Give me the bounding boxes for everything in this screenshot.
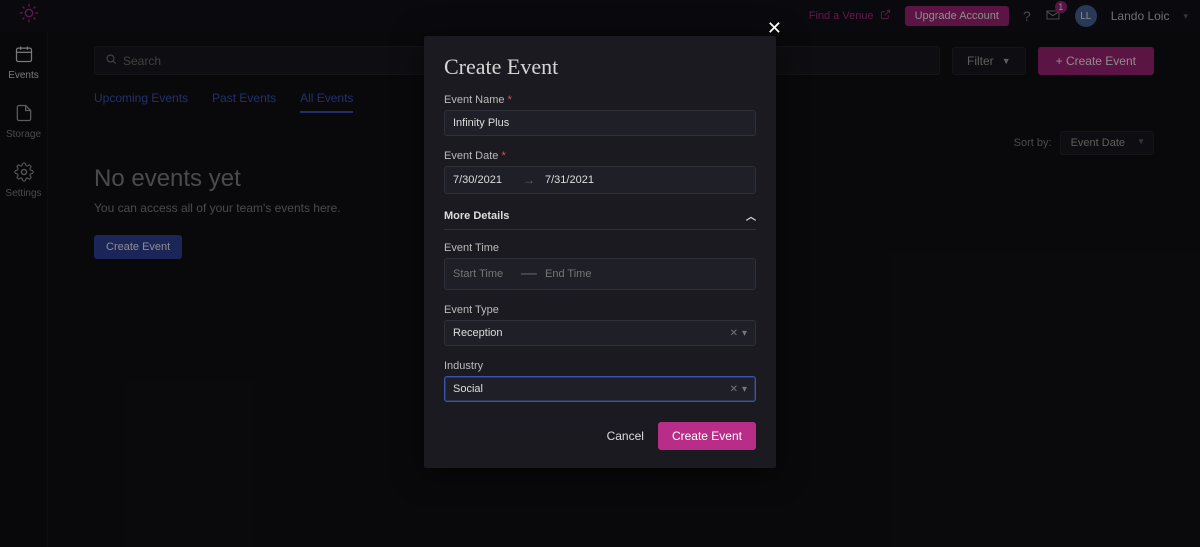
chevron-up-icon: ︿: [746, 208, 756, 223]
modal-overlay: ✕ Create Event Event Name * Event Date *…: [0, 0, 1200, 547]
cancel-button[interactable]: Cancel: [607, 429, 644, 443]
event-time-input[interactable]: —: [444, 258, 756, 290]
event-name-input[interactable]: [444, 110, 756, 136]
clear-icon[interactable]: ✕: [730, 328, 738, 339]
event-name-label: Event Name *: [444, 94, 756, 106]
date-start-value: 7/30/2021: [453, 174, 513, 186]
chevron-down-icon: ▾: [742, 384, 747, 395]
modal-title: Create Event: [444, 54, 756, 80]
more-details-label: More Details: [444, 210, 509, 222]
event-date-range-input[interactable]: 7/30/2021 → 7/31/2021: [444, 166, 756, 194]
close-icon[interactable]: ✕: [767, 18, 782, 39]
industry-value: Social: [453, 383, 483, 395]
create-event-modal: ✕ Create Event Event Name * Event Date *…: [424, 36, 776, 468]
start-time-input[interactable]: [453, 268, 513, 280]
dash-icon: —: [521, 265, 537, 283]
end-time-input[interactable]: [545, 268, 605, 280]
submit-create-event-button[interactable]: Create Event: [658, 422, 756, 450]
date-end-value: 7/31/2021: [545, 174, 605, 186]
chevron-down-icon: ▾: [742, 328, 747, 339]
event-time-label: Event Time: [444, 242, 756, 254]
event-type-select[interactable]: Reception ✕ ▾: [444, 320, 756, 346]
event-type-label: Event Type: [444, 304, 756, 316]
arrow-right-icon: →: [523, 173, 535, 187]
event-date-label: Event Date *: [444, 150, 756, 162]
clear-icon[interactable]: ✕: [730, 384, 738, 395]
industry-select[interactable]: Social ✕ ▾: [444, 376, 756, 402]
industry-label: Industry: [444, 360, 756, 372]
more-details-toggle[interactable]: More Details ︿: [444, 208, 756, 230]
event-type-value: Reception: [453, 327, 503, 339]
